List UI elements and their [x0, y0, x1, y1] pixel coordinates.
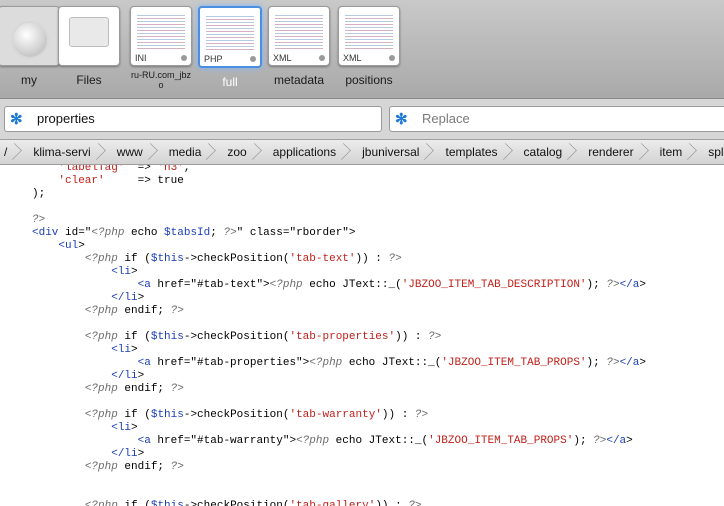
file-kind-badge: XML	[273, 53, 292, 63]
tab-ini-file[interactable]: INI ru-RU.com_jbzo	[128, 6, 194, 90]
code-line: <a href="#tab-text"><?php echo JText::_(…	[137, 279, 646, 291]
code-line: </li>	[111, 292, 145, 304]
folder-icon	[69, 17, 109, 47]
file-kind-badge: INI	[135, 53, 147, 63]
file-thumbnail: INI	[130, 6, 192, 66]
file-thumbnail: PHP	[198, 6, 262, 68]
tab-label: ru-RU.com_jbzo	[131, 70, 192, 90]
code-line: </li>	[111, 370, 145, 382]
replace-input[interactable]: ✻ Replace	[389, 106, 724, 132]
tab-files[interactable]: Files	[56, 6, 122, 87]
code-line: );	[32, 188, 46, 200]
code-line: <?php endif; ?>	[84, 305, 184, 317]
close-dot-icon[interactable]	[319, 55, 325, 61]
breadcrumb-item[interactable]: catalog	[512, 140, 577, 164]
code-line: <?php if ($this->checkPosition('tab-prop…	[84, 331, 442, 343]
globe-thumbnail	[0, 6, 60, 66]
search-value: properties	[37, 111, 95, 126]
asterisk-replace-icon: ✻	[395, 111, 408, 128]
code-line: ?>	[32, 214, 46, 226]
close-dot-icon[interactable]	[389, 55, 395, 61]
file-tab-shelf: my Files INI ru-RU.com_jbzo PHP full XML…	[0, 0, 724, 99]
code-line: <div id="<?php echo $tabsId; ?>" class="…	[32, 227, 356, 239]
breadcrumb-item[interactable]: applications	[261, 140, 350, 164]
close-dot-icon[interactable]	[181, 55, 187, 61]
breadcrumb-item[interactable]: split-sy	[696, 140, 724, 164]
code-line: <?php if ($this->checkPosition('tab-gall…	[84, 500, 422, 506]
breadcrumb-item[interactable]: klima-servi	[21, 140, 104, 164]
code-line: <li>	[111, 422, 138, 434]
file-kind-badge: XML	[343, 53, 362, 63]
code-line: <?php endif; ?>	[84, 461, 184, 473]
breadcrumb-item[interactable]: zoo	[215, 140, 260, 164]
breadcrumb-item[interactable]: /	[0, 140, 21, 164]
tab-label: my	[21, 73, 37, 87]
tab-label: Files	[76, 73, 102, 87]
code-line: <li>	[111, 344, 138, 356]
tab-full-php[interactable]: PHP full	[197, 6, 263, 89]
breadcrumb-item[interactable]: renderer	[576, 140, 647, 164]
breadcrumb: / klima-servi www media zoo applications…	[0, 140, 724, 165]
file-kind-badge: PHP	[204, 54, 223, 64]
code-line: <?php if ($this->checkPosition('tab-text…	[84, 253, 402, 265]
search-input[interactable]: ✻ properties	[4, 106, 382, 132]
tab-metadata[interactable]: XML metadata	[266, 6, 332, 87]
code-line: <?php if ($this->checkPosition('tab-warr…	[84, 409, 429, 421]
breadcrumb-item[interactable]: jbuniversal	[350, 140, 433, 164]
close-dot-icon[interactable]	[250, 56, 256, 62]
code-line: 'labelTag' => 'h3',	[58, 165, 191, 174]
globe-icon	[11, 21, 49, 59]
code-line: </li>	[111, 448, 145, 460]
code-line: 'clear' => true	[58, 175, 184, 187]
files-thumbnail	[58, 6, 120, 66]
file-thumbnail: XML	[268, 6, 330, 66]
breadcrumb-item[interactable]: item	[648, 140, 697, 164]
code-editor[interactable]: 'labelTag' => 'h3', 'clear' => true); ?> <…	[0, 165, 724, 506]
breadcrumb-item[interactable]: templates	[433, 140, 511, 164]
breadcrumb-item[interactable]: www	[105, 140, 157, 164]
code-line: <a href="#tab-properties"><?php echo JTe…	[137, 357, 646, 369]
code-line: <li>	[111, 266, 138, 278]
replace-placeholder: Replace	[422, 111, 470, 126]
find-replace-bar: ✻ properties ✻ Replace	[0, 99, 724, 140]
code-line: <ul>	[58, 240, 85, 252]
breadcrumb-item[interactable]: media	[157, 140, 216, 164]
tab-label: full	[222, 75, 238, 89]
tab-label: positions	[345, 73, 393, 87]
tab-label: metadata	[273, 73, 325, 87]
file-thumbnail: XML	[338, 6, 400, 66]
code-line: <?php endif; ?>	[84, 383, 184, 395]
code-line: <a href="#tab-warranty"><?php echo JText…	[137, 435, 633, 447]
asterisk-search-icon: ✻	[10, 111, 23, 128]
tab-positions[interactable]: XML positions	[336, 6, 402, 87]
tab-my[interactable]: my	[0, 6, 62, 87]
